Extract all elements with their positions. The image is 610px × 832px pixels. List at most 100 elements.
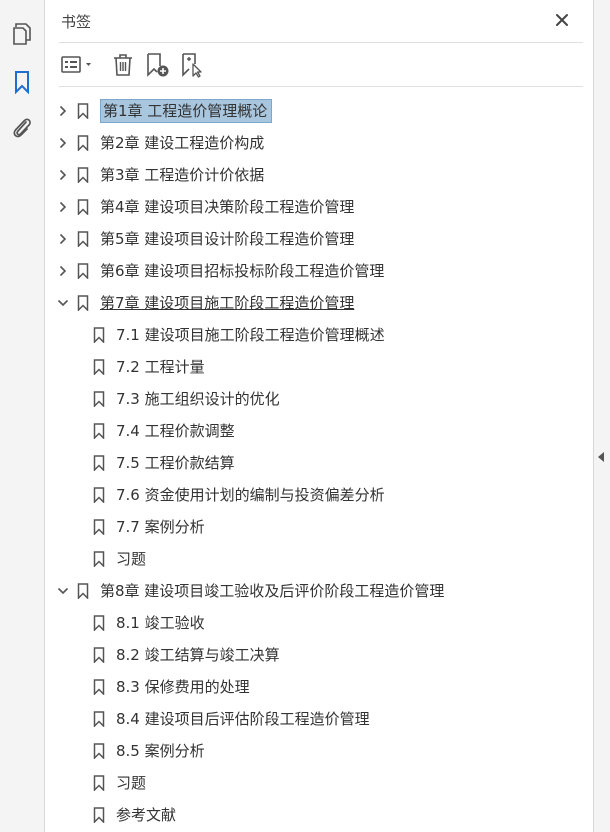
bookmark-row[interactable]: 第6章 建设项目招标投标阶段工程造价管理 xyxy=(45,255,593,287)
bookmark-icon xyxy=(77,167,89,183)
bookmark-row[interactable]: 第4章 建设项目决策阶段工程造价管理 xyxy=(45,191,593,223)
collapse-panel-arrow-icon[interactable] xyxy=(598,452,604,462)
chevron-right-icon[interactable] xyxy=(57,201,69,213)
bookmark-row[interactable]: 8.4 建设项目后评估阶段工程造价管理 xyxy=(45,703,593,735)
bookmark-row[interactable]: 习题 xyxy=(45,543,593,575)
bookmark-icon xyxy=(93,487,105,503)
chevron-right-icon[interactable] xyxy=(57,105,69,117)
bookmark-row[interactable]: 第8章 建设项目竣工验收及后评价阶段工程造价管理 xyxy=(45,575,593,607)
bookmark-row[interactable]: 7.5 工程价款结算 xyxy=(45,447,593,479)
bookmark-label: 7.1 建设项目施工阶段工程造价管理概述 xyxy=(116,326,385,344)
chevron-down-icon[interactable] xyxy=(57,297,69,309)
bookmarks-panel: 书签 第1章 工程造价管理概论 第2章 建设工程造价构成 第3章 工程造价计价依… xyxy=(45,0,593,832)
bookmark-row[interactable]: 7.6 资金使用计划的编制与投资偏差分析 xyxy=(45,479,593,511)
delete-bookmark-button[interactable] xyxy=(109,50,137,80)
bookmark-row[interactable]: 习题 xyxy=(45,767,593,799)
bookmark-row[interactable]: 8.1 竣工验收 xyxy=(45,607,593,639)
bookmark-icon xyxy=(93,679,105,695)
toolbar-divider xyxy=(59,86,583,87)
bookmark-label: 7.2 工程计量 xyxy=(116,358,205,376)
bookmark-row[interactable]: 7.2 工程计量 xyxy=(45,351,593,383)
bookmark-label: 第3章 工程造价计价依据 xyxy=(100,166,265,184)
bookmark-row[interactable]: 参考文献 xyxy=(45,799,593,831)
bookmark-label: 第8章 建设项目竣工验收及后评价阶段工程造价管理 xyxy=(100,582,445,600)
bookmark-row[interactable]: 第2章 建设工程造价构成 xyxy=(45,127,593,159)
new-bookmark-icon xyxy=(147,53,169,77)
bookmark-label: 8.3 保修费用的处理 xyxy=(116,678,250,696)
new-bookmark-from-selection-icon xyxy=(182,53,202,78)
bookmark-icon xyxy=(77,103,89,119)
bookmark-icon xyxy=(77,583,89,599)
close-panel-button[interactable] xyxy=(550,8,574,32)
delete-icon xyxy=(114,54,132,76)
bookmark-row[interactable]: 7.1 建设项目施工阶段工程造价管理概述 xyxy=(45,319,593,351)
bookmark-row[interactable]: 第1章 工程造价管理概论 xyxy=(45,95,593,127)
bookmark-label: 7.7 案例分析 xyxy=(116,518,205,536)
options-menu-button[interactable] xyxy=(59,50,97,80)
bookmark-icon xyxy=(93,519,105,535)
panel-title: 书签 xyxy=(61,13,92,31)
chevron-right-icon[interactable] xyxy=(57,137,69,149)
bookmark-row[interactable]: 第5章 建设项目设计阶段工程造价管理 xyxy=(45,223,593,255)
bookmark-row[interactable]: 第3章 工程造价计价依据 xyxy=(45,159,593,191)
bookmark-icon xyxy=(93,551,105,567)
bookmark-icon xyxy=(93,455,105,471)
chevron-down-icon[interactable] xyxy=(57,585,69,597)
bookmark-toolbar xyxy=(45,46,593,84)
chevron-right-icon[interactable] xyxy=(57,265,69,277)
bookmark-icon xyxy=(93,359,105,375)
bookmark-label: 8.1 竣工验收 xyxy=(116,614,205,632)
bookmark-icon xyxy=(93,807,105,823)
bookmark-row[interactable]: 8.5 案例分析 xyxy=(45,735,593,767)
bookmark-label: 第6章 建设项目招标投标阶段工程造价管理 xyxy=(100,262,385,280)
bookmark-icon xyxy=(77,231,89,247)
bookmark-row[interactable]: 8.2 竣工结算与竣工决算 xyxy=(45,639,593,671)
panel-header: 书签 xyxy=(45,0,593,42)
bookmark-icon xyxy=(93,423,105,439)
panel-splitter[interactable] xyxy=(593,0,610,832)
bookmark-label: 第1章 工程造价管理概论 xyxy=(100,99,273,123)
bookmark-label: 习题 xyxy=(116,774,147,792)
attachments-button[interactable] xyxy=(8,114,36,142)
bookmark-icon xyxy=(93,647,105,663)
bookmark-icon xyxy=(77,199,89,215)
bookmark-label: 第4章 建设项目决策阶段工程造价管理 xyxy=(100,198,355,216)
bookmark-tree: 第1章 工程造价管理概论第2章 建设工程造价构成 第3章 工程造价计价依据第4章 … xyxy=(45,95,593,831)
bookmark-row[interactable]: 7.4 工程价款调整 xyxy=(45,415,593,447)
bookmarks-button[interactable] xyxy=(8,68,36,96)
paperclip-icon xyxy=(13,118,31,138)
close-icon xyxy=(556,14,568,26)
bookmark-label: 8.5 案例分析 xyxy=(116,742,205,760)
bookmark-icon xyxy=(77,295,89,311)
bookmark-row[interactable]: 8.3 保修费用的处理 xyxy=(45,671,593,703)
bookmark-icon xyxy=(93,711,105,727)
bookmark-label: 8.4 建设项目后评估阶段工程造价管理 xyxy=(116,710,370,728)
bookmark-row[interactable]: 7.7 案例分析 xyxy=(45,511,593,543)
bookmark-icon xyxy=(93,615,105,631)
bookmark-label: 习题 xyxy=(116,550,147,568)
bookmark-label: 第2章 建设工程造价构成 xyxy=(100,134,265,152)
new-bookmark-from-selection-button[interactable] xyxy=(177,50,207,80)
bookmark-icon xyxy=(93,391,105,407)
bookmark-label: 7.6 资金使用计划的编制与投资偏差分析 xyxy=(116,486,385,504)
header-divider xyxy=(59,42,583,43)
bookmark-icon xyxy=(93,775,105,791)
bookmark-icon xyxy=(77,263,89,279)
bookmark-icon xyxy=(15,71,29,94)
bookmark-icon xyxy=(93,327,105,343)
bookmark-label: 7.4 工程价款调整 xyxy=(116,422,235,440)
bookmark-label: 7.3 施工组织设计的优化 xyxy=(116,390,280,408)
navigation-rail xyxy=(0,0,45,832)
bookmark-icon xyxy=(77,135,89,151)
chevron-right-icon[interactable] xyxy=(57,233,69,245)
page-thumbnails-button[interactable] xyxy=(8,20,36,48)
bookmark-label: 第7章 建设项目施工阶段工程造价管理 xyxy=(100,294,355,312)
new-bookmark-button[interactable] xyxy=(143,50,173,80)
bookmark-label: 8.2 竣工结算与竣工决算 xyxy=(116,646,280,664)
bookmark-row[interactable]: 7.3 施工组织设计的优化 xyxy=(45,383,593,415)
options-menu-icon xyxy=(61,56,91,73)
pages-icon xyxy=(13,23,31,45)
bookmark-label: 参考文献 xyxy=(116,806,177,824)
chevron-right-icon[interactable] xyxy=(57,169,69,181)
bookmark-row[interactable]: 第7章 建设项目施工阶段工程造价管理 xyxy=(45,287,593,319)
